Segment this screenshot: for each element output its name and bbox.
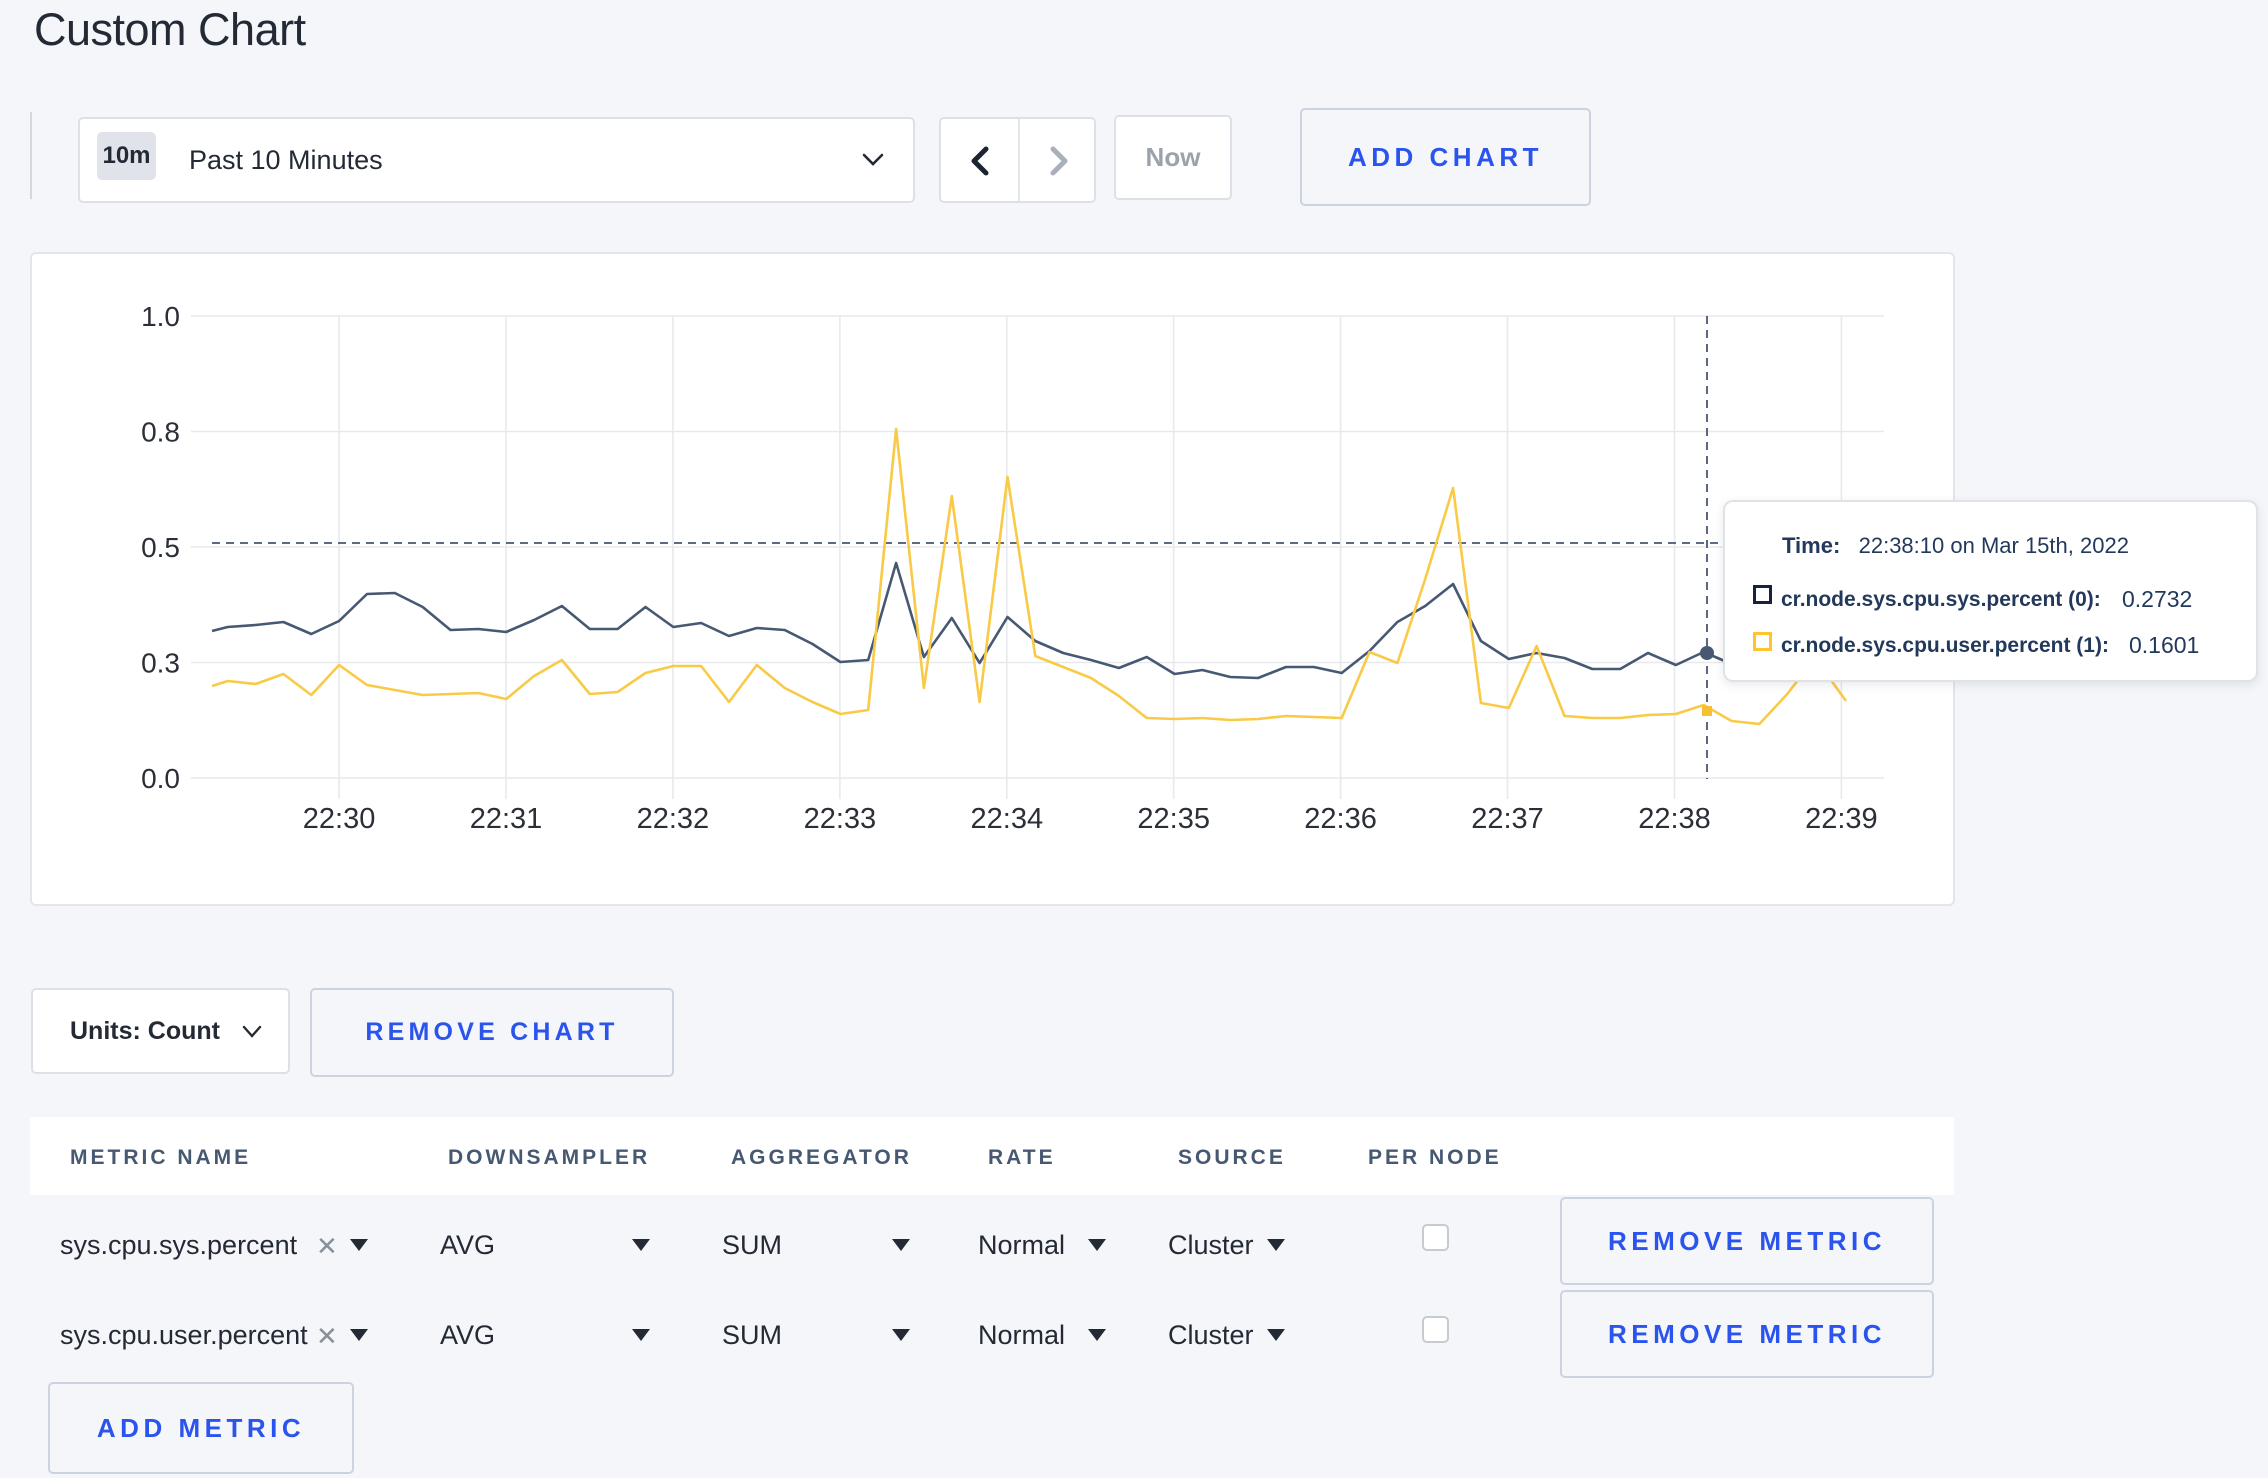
svg-text:22:30: 22:30 (303, 803, 376, 835)
svg-text:22:39: 22:39 (1805, 803, 1878, 835)
svg-text:22:31: 22:31 (470, 803, 543, 835)
svg-text:0.0: 0.0 (141, 763, 180, 794)
svg-text:22:35: 22:35 (1137, 803, 1210, 835)
svg-text:0.5: 0.5 (141, 532, 180, 563)
svg-text:22:32: 22:32 (637, 803, 710, 835)
svg-text:22:38: 22:38 (1638, 803, 1711, 835)
svg-text:0.8: 0.8 (141, 417, 180, 448)
svg-text:22:36: 22:36 (1304, 803, 1377, 835)
svg-text:22:37: 22:37 (1471, 803, 1544, 835)
svg-text:22:34: 22:34 (971, 803, 1044, 835)
svg-text:22:33: 22:33 (804, 803, 877, 835)
svg-text:0.3: 0.3 (141, 648, 180, 679)
svg-text:1.0: 1.0 (141, 301, 180, 332)
